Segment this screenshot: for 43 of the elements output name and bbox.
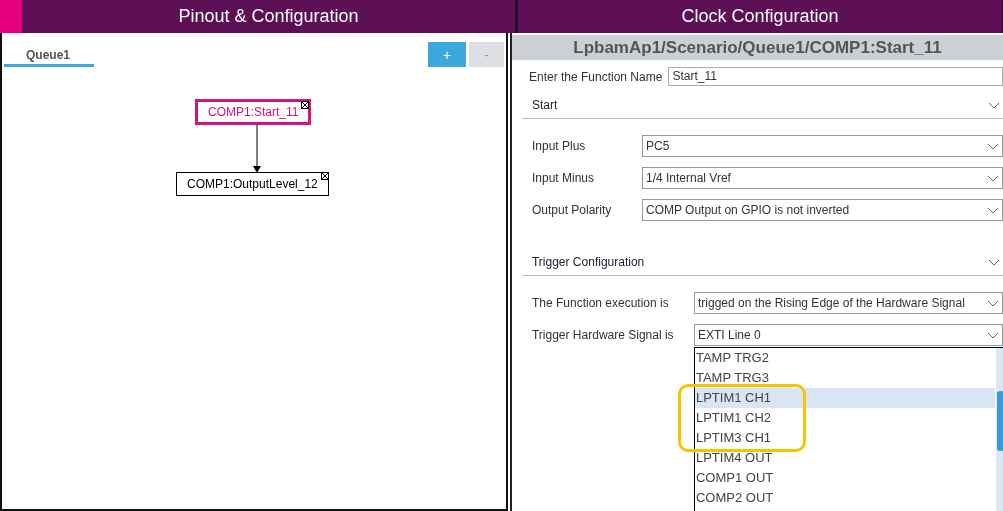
section-title: Trigger Configuration: [531, 255, 645, 269]
panel-title: LpbamAp1/Scenario/Queue1/COMP1:Start_11: [511, 35, 1003, 60]
flow-node[interactable]: COMP1:Start_11: [195, 99, 312, 125]
dropdown-option[interactable]: LPTIM1 CH2: [694, 408, 995, 428]
section-header[interactable]: Trigger Configuration: [521, 251, 1003, 276]
scrollbar-thumb[interactable]: [996, 391, 1003, 451]
connector-arrow: [252, 124, 262, 174]
dropdown-option[interactable]: LPTIM3 CH1: [694, 428, 995, 448]
chevron-down-icon: [987, 331, 999, 339]
dropdown-option[interactable]: COMP1 OUT: [694, 468, 995, 488]
field-label: The Function execution is: [531, 296, 670, 310]
dropdown-option[interactable]: LPTIM1 CH1: [694, 388, 995, 408]
chevron-down-icon: [987, 174, 999, 182]
chevron-down-icon: [987, 142, 999, 150]
field-label: Input Plus: [531, 139, 587, 153]
close-icon[interactable]: [301, 101, 310, 109]
chevron-down-icon: [987, 206, 999, 214]
function-name-field[interactable]: Start_11: [668, 67, 1003, 86]
logo-block: [0, 0, 22, 33]
section-title: Start: [531, 98, 558, 112]
field-label: Enter the Function Name: [528, 69, 663, 84]
dropdown-field[interactable]: trigged on the Rising Edge of the Hardware Signal: [693, 292, 1003, 314]
chevron-down-icon: [988, 101, 1000, 109]
dropdown-field[interactable]: 1/4 Internal Vref: [641, 167, 1003, 189]
queue-tab[interactable]: Queue1: [4, 42, 94, 67]
section-header[interactable]: Start: [521, 94, 1003, 119]
dropdown-field[interactable]: PC5: [641, 135, 1003, 157]
flow-node[interactable]: COMP1:OutputLevel_12: [176, 172, 329, 196]
dropdown-option[interactable]: COMP2 OUT: [694, 488, 995, 508]
chevron-down-icon: [987, 299, 999, 307]
dropdown-option[interactable]: LPTIM4 OUT: [694, 448, 995, 468]
header-tab[interactable]: Clock Configuration: [518, 0, 1002, 33]
field-label: Input Minus: [531, 171, 595, 185]
dropdown-option[interactable]: TAMP TRG2: [694, 348, 995, 368]
dropdown-field[interactable]: EXTI Line 0: [693, 324, 1003, 346]
dropdown-field[interactable]: COMP Output on GPIO is not inverted: [641, 199, 1003, 221]
header-tab[interactable]: Pinout & Configuration: [22, 0, 515, 33]
scrollbar[interactable]: [995, 348, 1003, 511]
close-icon[interactable]: [320, 172, 329, 180]
field-label: Trigger Hardware Signal is: [531, 328, 675, 342]
dropdown-option[interactable]: TAMP TRG3: [694, 368, 995, 388]
chevron-down-icon: [988, 258, 1000, 266]
field-label: Output Polarity: [531, 203, 613, 217]
